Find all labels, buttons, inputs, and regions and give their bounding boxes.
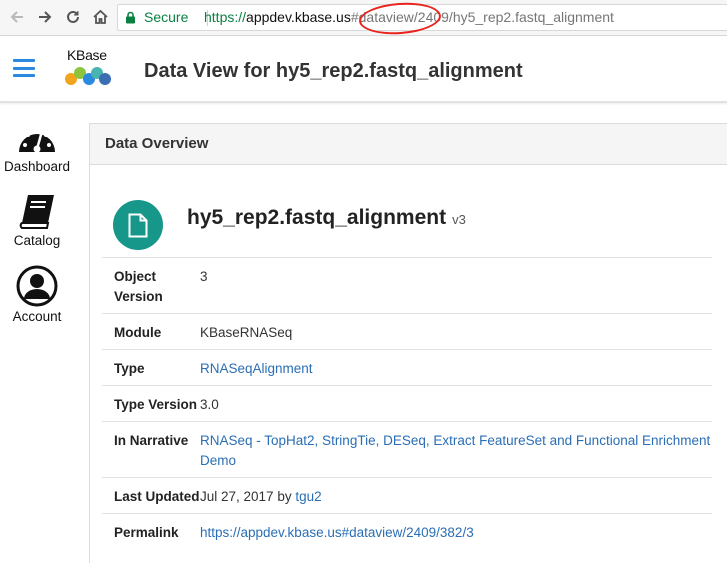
row-value-module: KBaseRNASeq	[200, 325, 293, 340]
updated-user-link[interactable]: tgu2	[295, 489, 321, 504]
table-row: Permalink https://appdev.kbase.us#datavi…	[102, 513, 712, 550]
row-value-last-updated: Jul 27, 2017 by tgu2	[200, 478, 712, 514]
table-row: Object Version 3	[102, 257, 712, 314]
sidebar-item-label: Catalog	[13, 233, 61, 248]
home-button[interactable]	[89, 6, 111, 28]
sidebar-item-account[interactable]: Account	[0, 265, 74, 324]
narrative-link[interactable]: RNASeq - TopHat2, StringTie, DESeq, Extr…	[200, 433, 710, 468]
secure-label: Secure	[144, 9, 189, 25]
row-label-object-version: Object Version	[114, 269, 163, 304]
table-row: In Narrative RNASeq - TopHat2, StringTie…	[102, 421, 712, 478]
object-info-table: Object Version 3 Module KBaseRNASeq Type…	[102, 257, 712, 549]
table-row: Module KBaseRNASeq	[102, 313, 712, 350]
sidebar-item-catalog[interactable]: Catalog	[0, 193, 74, 248]
row-value-object-version: 3	[200, 269, 208, 284]
reload-icon	[67, 10, 79, 23]
row-value-type-version: 3.0	[200, 397, 219, 412]
browser-toolbar: Secure https://appdev.kbase.us#dataview/…	[0, 0, 727, 37]
home-icon	[92, 9, 108, 24]
row-label-permalink: Permalink	[114, 525, 179, 540]
object-name: hy5_rep2.fastq_alignment v3	[187, 206, 466, 230]
logo-text: KBase	[67, 47, 107, 63]
table-row: Type Version 3.0	[102, 385, 712, 422]
reload-button[interactable]	[62, 6, 84, 28]
account-icon	[16, 265, 58, 307]
sidebar-item-dashboard[interactable]: Dashboard	[0, 121, 74, 174]
table-row: Last Updated Jul 27, 2017 by tgu2	[102, 477, 712, 514]
catalog-book-icon	[19, 195, 54, 229]
kbase-logo[interactable]: KBase	[62, 47, 114, 89]
object-version-badge: v3	[452, 212, 466, 227]
back-arrow-icon	[10, 11, 23, 23]
row-label-type-version: Type Version	[114, 397, 198, 412]
file-icon	[128, 213, 148, 237]
row-label-in-narrative: In Narrative	[114, 433, 189, 448]
sidebar-item-label: Dashboard	[3, 159, 71, 174]
forward-button[interactable]	[34, 6, 56, 28]
row-label-last-updated: Last Updated	[114, 489, 200, 504]
forward-arrow-icon	[39, 11, 52, 23]
updated-date: Jul 27, 2017	[200, 489, 274, 504]
lock-icon	[126, 11, 135, 24]
data-overview-panel: Data Overview hy5_rep2.fastq_alignment v3…	[89, 123, 727, 563]
table-row: Type RNASeqAlignment	[102, 349, 712, 386]
hamburger-menu-icon[interactable]	[13, 59, 35, 77]
object-type-icon	[113, 200, 163, 250]
permalink-link[interactable]: https://appdev.kbase.us#dataview/2409/38…	[200, 525, 474, 540]
dashboard-icon	[19, 128, 55, 153]
back-button[interactable]	[6, 6, 28, 28]
type-link[interactable]: RNASeqAlignment	[200, 361, 313, 376]
sidebar-item-label: Account	[12, 309, 62, 324]
object-name-text: hy5_rep2.fastq_alignment	[187, 206, 447, 229]
app-header: KBase Data View for hy5_rep2.fastq_align…	[0, 37, 727, 103]
url-scheme: https://	[204, 9, 247, 25]
url-host: appdev.kbase.us	[246, 9, 351, 25]
panel-title: Data Overview	[90, 124, 727, 165]
kbase-logo-graphic	[65, 67, 111, 85]
page-title: Data View for hy5_rep2.fastq_alignment	[144, 60, 523, 82]
updated-by-text: by	[277, 489, 292, 504]
row-label-type: Type	[114, 361, 145, 376]
row-label-module: Module	[114, 325, 162, 340]
